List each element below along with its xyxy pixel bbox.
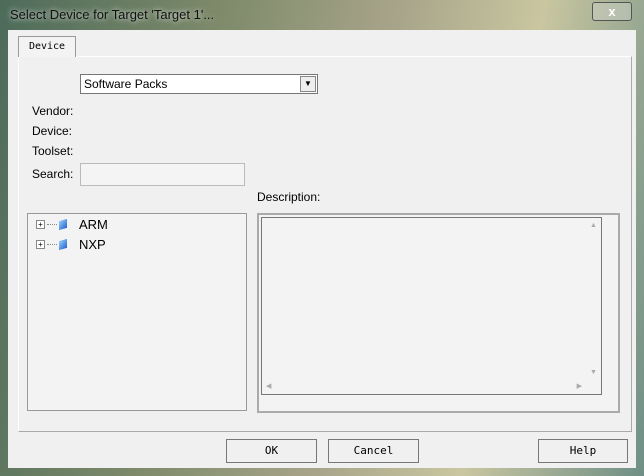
ok-button[interactable]: OK: [226, 439, 317, 463]
device-tree[interactable]: + ARM + NXP: [27, 213, 247, 411]
search-label: Search:: [32, 167, 74, 181]
package-icon: [59, 218, 67, 230]
tree-item-label: ARM: [79, 216, 108, 232]
help-button[interactable]: Help: [538, 439, 628, 463]
close-button[interactable]: x: [592, 2, 632, 21]
expand-icon[interactable]: +: [36, 239, 45, 249]
search-input[interactable]: [80, 163, 245, 186]
tab-device[interactable]: Device: [18, 36, 76, 57]
toolset-label: Toolset:: [32, 144, 74, 158]
cancel-button[interactable]: Cancel: [328, 439, 419, 463]
tree-item-label: NXP: [79, 236, 106, 252]
dialog-window: Select Device for Target 'Target 1'... x…: [0, 0, 644, 476]
package-icon: [59, 238, 67, 250]
device-label: Device:: [32, 124, 73, 138]
tree-item-arm[interactable]: + ARM: [36, 216, 108, 232]
tree-item-nxp[interactable]: + NXP: [36, 236, 106, 252]
chevron-down-icon[interactable]: ▼: [300, 76, 316, 92]
source-select-value: Software Packs: [84, 77, 168, 91]
expand-icon[interactable]: +: [36, 219, 45, 229]
description-label: Description:: [257, 190, 321, 204]
vendor-label: Vendor:: [32, 104, 74, 118]
horizontal-scrollbar[interactable]: ◀ ▶: [262, 379, 586, 394]
source-select[interactable]: Software Packs ▼: [80, 74, 318, 94]
window-title: Select Device for Target 'Target 1'...: [10, 7, 215, 22]
vertical-scrollbar[interactable]: ▲ ▼: [586, 218, 601, 379]
dialog-client: Device Software Packs ▼ Vendor: Device: T…: [8, 30, 636, 468]
description-text: ▲ ▼ ◀ ▶: [261, 217, 602, 395]
description-box: ▲ ▼ ◀ ▶: [257, 213, 620, 413]
